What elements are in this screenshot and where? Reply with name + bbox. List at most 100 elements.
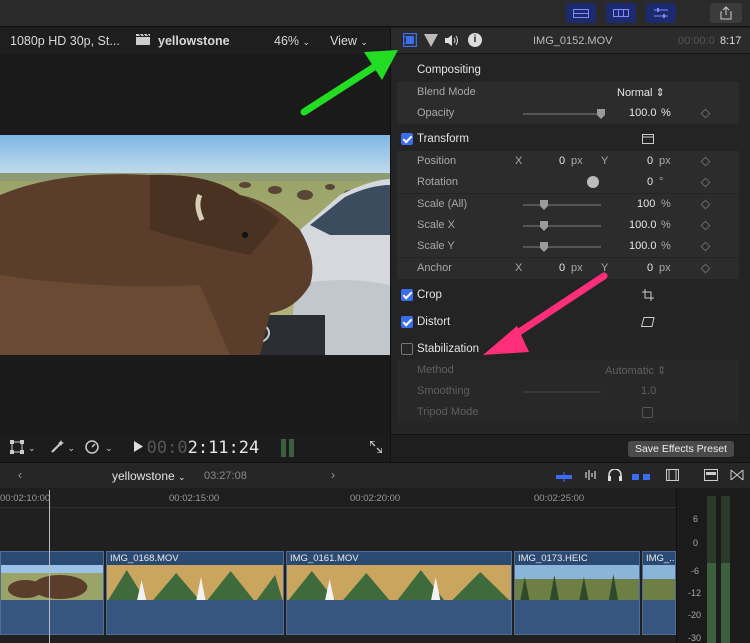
keyframe-icon[interactable] bbox=[700, 156, 711, 167]
onscreen-controls-icon[interactable] bbox=[642, 134, 654, 147]
ruler-timecode: 00:02:10:00 bbox=[0, 493, 51, 504]
scale-x-value[interactable]: 100.0 bbox=[629, 219, 657, 231]
snapping-icon[interactable] bbox=[632, 471, 650, 485]
audio-waveform-icon[interactable] bbox=[582, 469, 598, 484]
chevron-down-icon[interactable]: ⌄ bbox=[68, 443, 76, 454]
distort-section[interactable]: Distort bbox=[397, 312, 739, 333]
compositing-section[interactable]: Compositing bbox=[397, 60, 739, 81]
crop-section[interactable]: Crop bbox=[397, 285, 739, 306]
crop-icon[interactable] bbox=[642, 289, 654, 304]
clip-thumbnail bbox=[107, 565, 283, 602]
transform-tool-icon[interactable] bbox=[10, 439, 24, 457]
slider-knob[interactable] bbox=[540, 242, 548, 252]
blend-mode-popup[interactable]: Normal ⇕ bbox=[617, 86, 665, 99]
video-inspector-icon[interactable] bbox=[402, 32, 418, 50]
keyframe-icon[interactable] bbox=[700, 177, 711, 188]
anchor-y-value[interactable]: 0 bbox=[647, 262, 653, 274]
opacity-slider-knob[interactable] bbox=[597, 109, 605, 119]
anchor-x-value[interactable]: 0 bbox=[559, 262, 565, 274]
view-menu[interactable]: View ⌄ bbox=[330, 34, 368, 48]
timeline-clip[interactable]: IMG_... bbox=[642, 551, 676, 635]
info-icon[interactable]: i bbox=[468, 33, 482, 47]
slider-knob[interactable] bbox=[540, 221, 548, 231]
save-effects-preset-button[interactable]: Save Effects Preset bbox=[627, 441, 734, 457]
timeline-project-menu[interactable]: yellowstone ⌄ bbox=[112, 469, 186, 483]
keyframe-icon[interactable] bbox=[700, 263, 711, 274]
tripod-mode-checkbox[interactable] bbox=[642, 407, 653, 418]
param-label: Opacity bbox=[417, 107, 455, 119]
scale-y-value[interactable]: 100.0 bbox=[629, 240, 657, 252]
fullscreen-icon[interactable] bbox=[369, 440, 383, 456]
film-strip-icon[interactable] bbox=[666, 469, 679, 484]
param-label: Method bbox=[417, 364, 454, 376]
meter-scale-label: -30 bbox=[688, 633, 702, 643]
distort-icon[interactable] bbox=[640, 317, 655, 330]
meter-left bbox=[707, 496, 716, 643]
timeline-clip[interactable] bbox=[0, 551, 104, 635]
stabilization-checkbox[interactable] bbox=[401, 343, 413, 355]
param-label: Rotation bbox=[417, 176, 458, 188]
keyframe-icon[interactable] bbox=[700, 241, 711, 252]
viewer-header: 1080p HD 30p, St... yellowstone 46% ⌄ Vi… bbox=[0, 28, 390, 54]
position-x-value[interactable]: 0 bbox=[559, 155, 565, 167]
transform-section[interactable]: Transform bbox=[397, 129, 739, 150]
share-button[interactable] bbox=[710, 3, 742, 23]
unit-label: % bbox=[661, 219, 671, 231]
play-icon[interactable] bbox=[133, 441, 143, 455]
scale-y-slider[interactable] bbox=[523, 246, 601, 248]
timeline-index-icon[interactable] bbox=[704, 469, 718, 484]
rotation-dial[interactable] bbox=[587, 176, 599, 188]
timeline-ruler[interactable]: 00:02:10:00 00:02:15:00 00:02:20:00 00:0… bbox=[0, 488, 676, 508]
smoothing-row: Smoothing 1.0 bbox=[397, 381, 739, 402]
clip-appearance-icon[interactable] bbox=[556, 471, 572, 485]
chevron-down-icon[interactable]: ⌄ bbox=[105, 443, 113, 454]
timeline-clip[interactable]: IMG_0161.MOV bbox=[286, 551, 512, 635]
color-inspector-icon[interactable] bbox=[424, 34, 438, 50]
slider-knob[interactable] bbox=[540, 200, 548, 210]
anchor-row: Anchor X 0 px Y 0 px bbox=[397, 258, 739, 279]
timeline-clip[interactable]: IMG_0168.MOV bbox=[106, 551, 284, 635]
transitions-icon[interactable] bbox=[730, 469, 744, 484]
speed-gauge-icon[interactable] bbox=[85, 439, 99, 457]
keyframe-icon[interactable] bbox=[700, 108, 711, 119]
headphones-icon[interactable] bbox=[608, 468, 622, 484]
clip-name: IMG_0168.MOV bbox=[110, 553, 179, 564]
back-arrow-icon[interactable]: ‹ bbox=[18, 468, 22, 482]
opacity-slider[interactable] bbox=[523, 113, 605, 115]
meter-scale-label: -6 bbox=[691, 566, 700, 576]
meter-scale-label: 6 bbox=[693, 514, 699, 524]
layout-inspector-button[interactable] bbox=[646, 3, 676, 23]
method-popup[interactable]: Automatic ⇕ bbox=[605, 364, 666, 377]
forward-arrow-icon[interactable]: › bbox=[331, 468, 335, 482]
crop-checkbox[interactable] bbox=[401, 289, 413, 301]
scale-x-slider[interactable] bbox=[523, 225, 601, 227]
zoom-menu[interactable]: 46% ⌄ bbox=[274, 34, 310, 48]
unit-label: px bbox=[659, 262, 671, 274]
magic-wand-icon[interactable] bbox=[50, 439, 64, 457]
stabilization-section[interactable]: Stabilization bbox=[397, 339, 739, 360]
opacity-value[interactable]: 100.0 bbox=[629, 107, 657, 119]
axis-label: X bbox=[515, 262, 523, 274]
scale-all-value[interactable]: 100 bbox=[637, 198, 655, 210]
sliders-icon bbox=[654, 8, 668, 18]
scale-all-slider[interactable] bbox=[523, 204, 601, 206]
layout-browser-button[interactable] bbox=[566, 3, 596, 23]
keyframe-icon[interactable] bbox=[700, 199, 711, 210]
layout-timeline-button[interactable] bbox=[606, 3, 636, 23]
rotation-value[interactable]: 0 bbox=[647, 176, 653, 188]
smoothing-value[interactable]: 1.0 bbox=[641, 385, 656, 397]
keyframe-icon[interactable] bbox=[700, 220, 711, 231]
chevron-down-icon[interactable]: ⌄ bbox=[28, 443, 36, 454]
transform-checkbox[interactable] bbox=[401, 133, 413, 145]
speaker-icon[interactable] bbox=[445, 34, 459, 50]
distort-checkbox[interactable] bbox=[401, 316, 413, 328]
timecode-dim: 00:0 bbox=[146, 438, 188, 458]
timeline-clip[interactable]: IMG_0173.HEIC bbox=[514, 551, 640, 635]
browser-layout-icon bbox=[573, 8, 589, 18]
smoothing-slider[interactable] bbox=[523, 391, 601, 393]
chevron-down-icon: ⌄ bbox=[302, 37, 311, 47]
section-title: Crop bbox=[417, 289, 442, 301]
position-y-value[interactable]: 0 bbox=[647, 155, 653, 167]
unit-label: px bbox=[571, 262, 583, 274]
playhead[interactable] bbox=[49, 490, 50, 643]
